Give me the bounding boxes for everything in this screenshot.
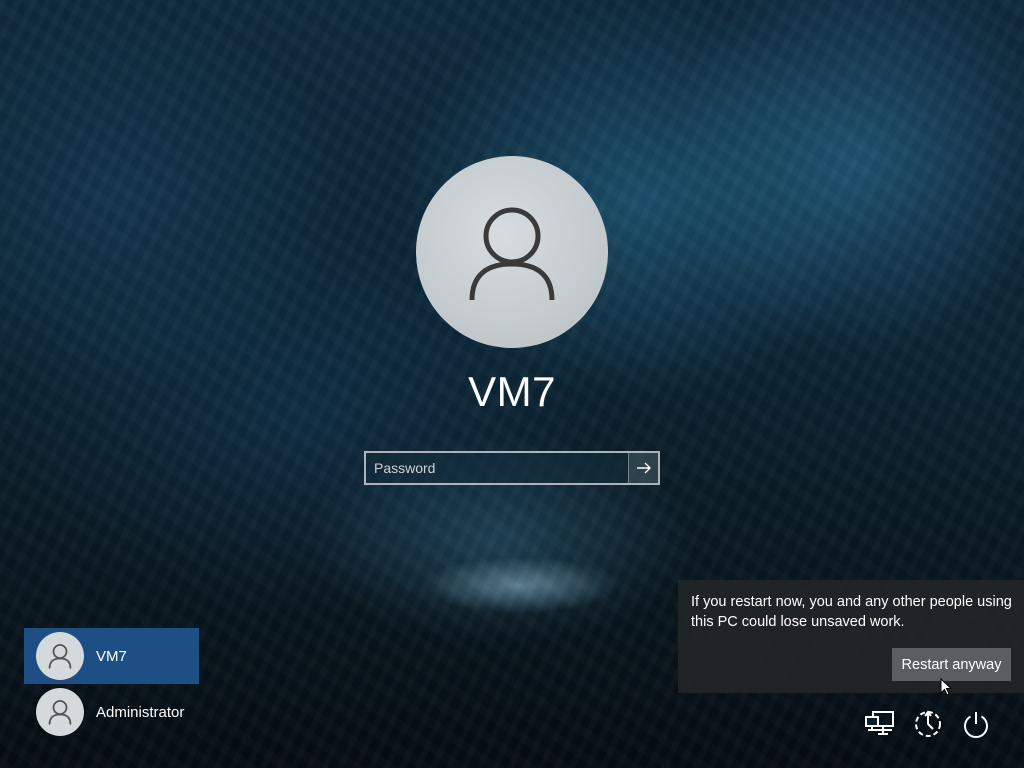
submit-button[interactable] [628, 453, 658, 483]
network-icon [865, 711, 894, 735]
user-item-label: Administrator [96, 703, 185, 721]
avatar [36, 632, 84, 680]
user-list: VM7 Administrator [24, 628, 199, 740]
username-label: VM7 [468, 368, 556, 415]
user-icon [48, 644, 72, 669]
system-icons [860, 708, 1020, 740]
restart-warning-message: If you restart now, you and any other pe… [691, 594, 1012, 630]
lock-screen: VM7 VM7 Administrator If you restart now… [0, 0, 1024, 768]
restart-warning-flyout: If you restart now, you and any other pe… [678, 580, 1024, 696]
arrow-right-icon [636, 462, 651, 474]
user-item-administrator[interactable]: Administrator [24, 684, 199, 740]
user-item-vm7[interactable]: VM7 [24, 628, 199, 684]
user-item-label: VM7 [96, 647, 127, 665]
password-field-container [364, 451, 660, 485]
ease-of-access-icon [915, 710, 941, 737]
password-input[interactable] [366, 453, 628, 483]
restart-anyway-button[interactable]: Restart anyway [892, 648, 1011, 681]
user-icon [469, 207, 555, 301]
mouse-cursor-icon [940, 678, 952, 696]
power-button[interactable] [960, 708, 992, 740]
user-icon [48, 700, 72, 725]
user-avatar [416, 156, 608, 348]
ease-of-access-button[interactable] [912, 708, 944, 740]
avatar [36, 688, 84, 736]
network-button[interactable] [864, 708, 896, 740]
power-icon [964, 712, 988, 738]
